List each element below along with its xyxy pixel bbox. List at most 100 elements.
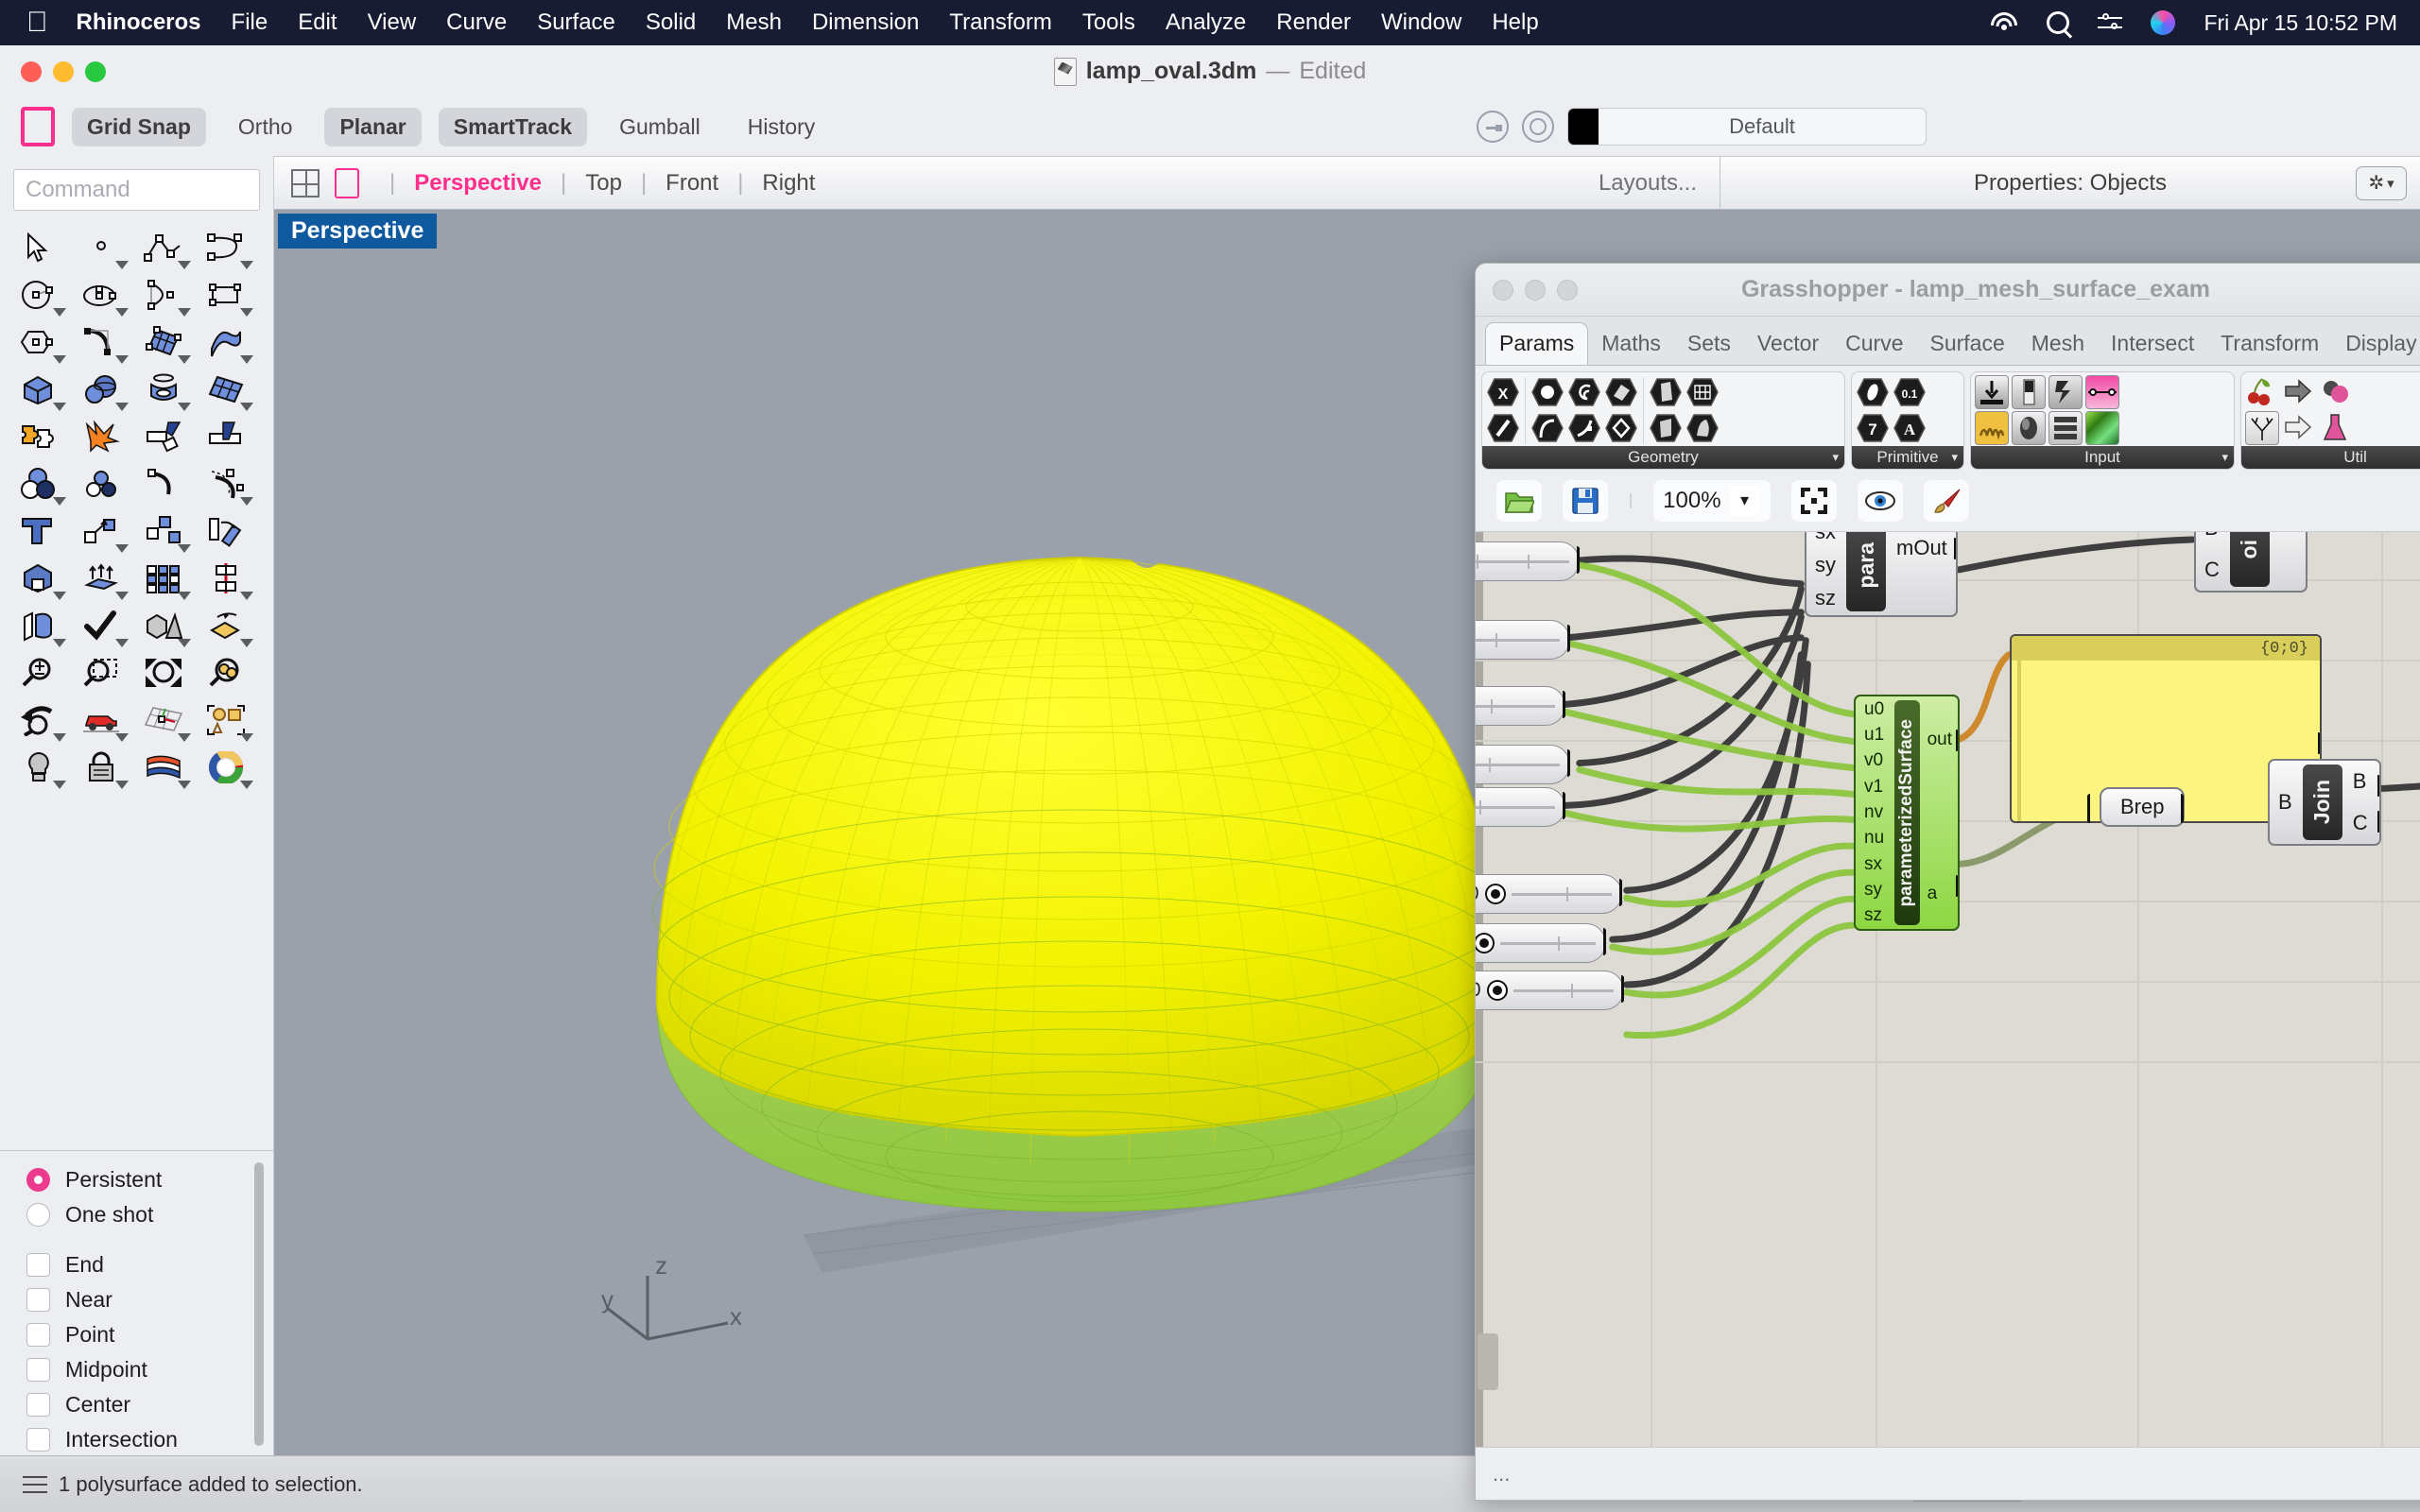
input-port-B[interactable]: B bbox=[2204, 532, 2220, 541]
toggle-planar[interactable]: Planar bbox=[324, 107, 422, 146]
node-parameterized-mesh[interactable]: sx sy sz para mOut bbox=[1805, 532, 1958, 617]
toggle-gumball[interactable]: Gumball bbox=[604, 108, 716, 146]
single-view-layout-icon[interactable] bbox=[335, 167, 359, 198]
slider-track[interactable] bbox=[1476, 698, 1555, 713]
port-B-out[interactable] bbox=[2377, 775, 2379, 802]
tool-move-icon[interactable] bbox=[70, 507, 132, 555]
minimize-button[interactable] bbox=[53, 60, 74, 82]
tool-zoom-selected-icon[interactable] bbox=[195, 649, 257, 696]
tool-text-icon[interactable] bbox=[8, 507, 70, 555]
gh-minimize-button[interactable] bbox=[1525, 279, 1546, 301]
tab-maths[interactable]: Maths bbox=[1588, 323, 1674, 365]
input-port-sz[interactable]: sz bbox=[1815, 586, 1836, 610]
number-slider[interactable]: 0.000 bbox=[1476, 874, 1622, 914]
tab-curve[interactable]: Curve bbox=[1832, 323, 1916, 365]
port-a[interactable] bbox=[1956, 875, 1958, 902]
slider-output-port[interactable] bbox=[1577, 546, 1593, 574]
menu-analyze[interactable]: Analyze bbox=[1166, 9, 1246, 36]
save-disk-icon[interactable] bbox=[1563, 479, 1608, 522]
tool-color-wheel-icon[interactable] bbox=[195, 744, 257, 791]
tool-offset-curve-icon[interactable] bbox=[195, 460, 257, 507]
param-geometry-line-icon[interactable] bbox=[1567, 411, 1601, 445]
search-icon[interactable] bbox=[2047, 11, 2070, 34]
slider-output-port[interactable] bbox=[1603, 928, 1619, 955]
eye-icon[interactable] bbox=[1857, 479, 1903, 522]
slider-output-port[interactable] bbox=[1621, 975, 1637, 1003]
slider-track[interactable] bbox=[1476, 757, 1560, 772]
menu-tools[interactable]: Tools bbox=[1082, 9, 1135, 36]
port-nv[interactable] bbox=[1856, 816, 1858, 840]
tool-pick-point-icon[interactable] bbox=[195, 602, 257, 649]
paintbrush-icon[interactable] bbox=[1923, 479, 1969, 522]
input-knob-icon[interactable] bbox=[2012, 411, 2046, 445]
tool-box-icon[interactable] bbox=[8, 366, 70, 413]
zoom-level-selector[interactable]: 100% ▾ bbox=[1653, 479, 1771, 522]
tool-check-icon[interactable] bbox=[70, 602, 132, 649]
canvas-scroll-thumb[interactable] bbox=[1478, 1333, 1498, 1390]
number-slider[interactable] bbox=[1476, 541, 1580, 581]
input-toggle-icon[interactable] bbox=[2012, 375, 2046, 409]
param-primitive-integer-icon[interactable]: 7 bbox=[1856, 411, 1890, 445]
input-port-sy[interactable]: sy bbox=[1815, 553, 1836, 577]
tool-pan-icon[interactable] bbox=[70, 696, 132, 744]
param-geometry-surface-icon[interactable] bbox=[1604, 375, 1638, 409]
param-geometry-spiral-icon[interactable] bbox=[1567, 375, 1601, 409]
tool-zoom-previous-icon[interactable] bbox=[8, 696, 70, 744]
tool-copy-icon[interactable] bbox=[132, 507, 195, 555]
port-sx[interactable] bbox=[1856, 868, 1858, 893]
tab-transform[interactable]: Transform bbox=[2207, 323, 2332, 365]
output-port-C[interactable]: C bbox=[2353, 811, 2368, 835]
open-folder-icon[interactable] bbox=[1496, 479, 1542, 522]
menu-solid[interactable]: Solid bbox=[646, 9, 696, 36]
port-out[interactable] bbox=[1956, 730, 1958, 757]
tab-surface[interactable]: Surface bbox=[1917, 323, 2018, 365]
input-port-u1[interactable]: u1 bbox=[1864, 725, 1884, 746]
tool-analyze-solids-icon[interactable] bbox=[132, 602, 195, 649]
menu-file[interactable]: File bbox=[232, 9, 268, 36]
param-primitive-number-icon[interactable]: 0.1 bbox=[1893, 375, 1927, 409]
toolbar-layer-indicator-icon[interactable] bbox=[21, 107, 55, 146]
input-colour-swatch-icon[interactable] bbox=[2085, 411, 2119, 445]
chevron-down-icon[interactable]: ▾ bbox=[1832, 450, 1839, 465]
tool-boolean-circles-icon[interactable] bbox=[8, 460, 70, 507]
tool-material-icon[interactable] bbox=[132, 744, 195, 791]
wifi-icon[interactable] bbox=[1990, 12, 2018, 33]
osnap-center[interactable]: Center bbox=[26, 1387, 273, 1422]
param-geometry-brep-icon[interactable] bbox=[1649, 375, 1683, 409]
tool-fillet-icon[interactable] bbox=[70, 318, 132, 366]
tool-polyline-icon[interactable] bbox=[132, 224, 195, 271]
param-geometry-circle-icon[interactable] bbox=[1530, 375, 1564, 409]
tool-light-icon[interactable] bbox=[8, 744, 70, 791]
slider-track[interactable] bbox=[1476, 554, 1569, 569]
tool-lock-icon[interactable] bbox=[70, 744, 132, 791]
viewtab-perspective[interactable]: Perspective bbox=[410, 170, 545, 197]
param-geometry-solid-icon[interactable] bbox=[1649, 411, 1683, 445]
param-geometry-subd-icon[interactable] bbox=[1685, 411, 1720, 445]
osnap-mode-persistent[interactable]: Persistent bbox=[26, 1162, 273, 1197]
checkbox-midpoint[interactable] bbox=[26, 1358, 50, 1382]
port-C[interactable] bbox=[2196, 562, 2198, 587]
slider-output-port[interactable] bbox=[1567, 749, 1583, 777]
osnap-mode-one-shot[interactable]: One shot bbox=[26, 1197, 273, 1232]
tool-surface-from-points-icon[interactable] bbox=[132, 318, 195, 366]
port-B[interactable] bbox=[2196, 532, 2198, 553]
port-C-out[interactable] bbox=[2377, 811, 2379, 838]
number-slider[interactable] bbox=[1476, 686, 1565, 726]
param-geometry-x-icon[interactable]: X bbox=[1486, 375, 1520, 409]
tab-display[interactable]: Display bbox=[2332, 323, 2420, 365]
tab-mesh[interactable]: Mesh bbox=[2018, 323, 2098, 365]
number-slider[interactable]: 00 bbox=[1476, 923, 1606, 963]
input-port-v1[interactable]: v1 bbox=[1864, 777, 1884, 798]
radio-persistent[interactable] bbox=[26, 1168, 50, 1192]
tool-trim-icon[interactable] bbox=[132, 413, 195, 460]
input-port-nu[interactable]: nu bbox=[1864, 828, 1884, 849]
tab-intersect[interactable]: Intersect bbox=[2098, 323, 2207, 365]
output-port-a[interactable]: a bbox=[1927, 884, 1952, 904]
tool-rectangle-icon[interactable] bbox=[195, 271, 257, 318]
apple-logo-icon[interactable]:  bbox=[26, 9, 48, 37]
menu-edit[interactable]: Edit bbox=[298, 9, 337, 36]
number-slider[interactable] bbox=[1476, 787, 1565, 827]
node-join[interactable]: B Join B C bbox=[2268, 759, 2381, 846]
param-geometry-slash-icon[interactable] bbox=[1486, 411, 1520, 445]
input-port-nv[interactable]: nv bbox=[1864, 802, 1884, 823]
